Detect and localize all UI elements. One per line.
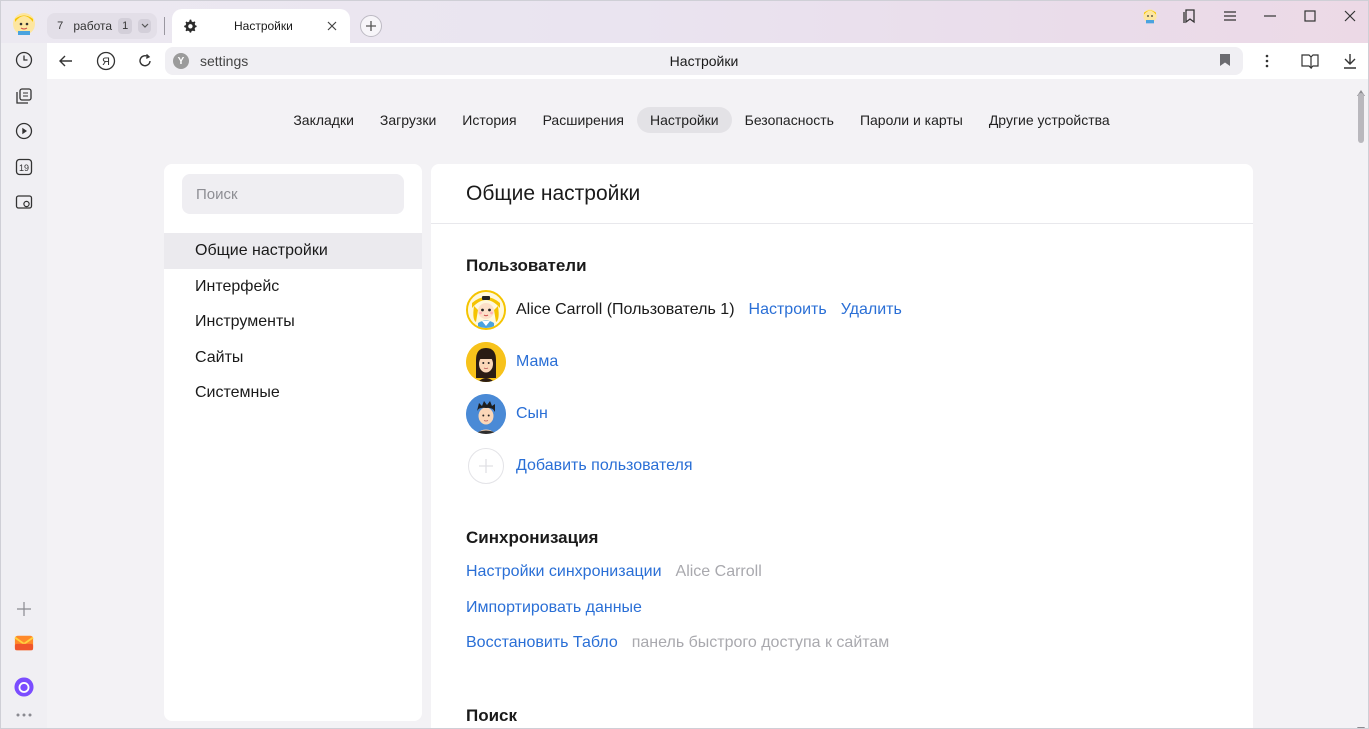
category-general[interactable]: Общие настройки: [164, 233, 422, 269]
delete-user-link[interactable]: Удалить: [841, 301, 902, 319]
collections-icon[interactable]: [14, 86, 34, 106]
kebab-menu-icon[interactable]: [1257, 51, 1277, 71]
page-scrollbar[interactable]: [1354, 79, 1368, 728]
history-icon[interactable]: [14, 50, 34, 70]
scroll-down-icon[interactable]: [1357, 720, 1365, 728]
topnav-downloads[interactable]: Загрузки: [367, 107, 449, 133]
category-tools[interactable]: Инструменты: [164, 304, 422, 340]
page-title: Общие настройки: [466, 182, 641, 205]
scroll-up-icon[interactable]: [1357, 83, 1365, 96]
tab-group-work[interactable]: 7 работа 1: [47, 13, 157, 39]
topnav-passwords[interactable]: Пароли и карты: [847, 107, 976, 133]
browser-window: 7 работа 1 Настройки 19 Я Y Настройки se…: [0, 0, 1369, 729]
settings-sidebar: Общие настройки Интерфейс Инструменты Са…: [164, 164, 422, 721]
add-user-link[interactable]: Добавить пользователя: [516, 457, 692, 475]
sync-settings-link[interactable]: Настройки синхронизации: [466, 563, 662, 581]
search-heading: Поиск: [466, 706, 518, 725]
add-user-row[interactable]: Добавить пользователя: [466, 444, 692, 488]
alice-icon[interactable]: [14, 677, 34, 697]
menu-icon[interactable]: [1210, 1, 1250, 31]
topnav-bookmarks[interactable]: Закладки: [280, 107, 367, 133]
close-icon[interactable]: [324, 18, 340, 34]
more-icon[interactable]: [14, 705, 34, 725]
user-row-current: Alice Carroll (Пользователь 1) Настроить…: [466, 288, 902, 332]
back-icon[interactable]: [56, 51, 76, 71]
tab-group-count: 7: [57, 20, 64, 32]
divider: [431, 223, 1253, 224]
topnav-settings[interactable]: Настройки: [636, 107, 732, 133]
import-row: Импортировать данные: [466, 599, 642, 621]
category-sites[interactable]: Сайты: [164, 340, 422, 376]
tab-separator: [164, 17, 165, 35]
tab-group-name: работа: [73, 19, 113, 33]
restore-tablo-link[interactable]: Восстановить Табло: [466, 634, 618, 652]
tab-strip: 7 работа 1 Настройки: [1, 1, 1368, 43]
close-window-icon[interactable]: [1330, 1, 1368, 31]
download-icon[interactable]: [1340, 51, 1360, 71]
new-tab-button[interactable]: [360, 15, 382, 37]
omnibox-url[interactable]: settings: [200, 53, 248, 69]
user-mama-link[interactable]: Мама: [516, 353, 558, 371]
user-son-link[interactable]: Сын: [516, 405, 548, 423]
add-icon[interactable]: [14, 599, 34, 619]
settings-page: Закладки Загрузки История Расширения Нас…: [47, 79, 1356, 728]
mama-avatar: [466, 342, 506, 382]
current-user-name: Alice Carroll (Пользователь 1): [516, 301, 735, 318]
profile-icon[interactable]: [1130, 1, 1170, 31]
calendar-day: 19: [19, 163, 29, 173]
minimize-icon[interactable]: [1250, 1, 1290, 31]
topnav-security[interactable]: Безопасность: [732, 107, 847, 133]
topnav-history[interactable]: История: [449, 107, 529, 133]
son-avatar: [466, 394, 506, 434]
configure-user-link[interactable]: Настроить: [749, 301, 827, 319]
restore-row: Восстановить Табло панель быстрого досту…: [466, 634, 889, 656]
gear-icon: [182, 18, 198, 34]
settings-topnav: Закладки Загрузки История Расширения Нас…: [47, 107, 1356, 133]
yandex-home-button[interactable]: Я: [96, 51, 116, 71]
chevron-down-icon[interactable]: [138, 19, 151, 33]
sync-heading: Синхронизация: [466, 528, 599, 547]
video-icon[interactable]: [14, 121, 34, 141]
reload-icon[interactable]: [135, 51, 155, 71]
users-heading: Пользователи: [466, 256, 587, 275]
sync-account-note: Alice Carroll: [675, 563, 762, 580]
import-data-link[interactable]: Импортировать данные: [466, 599, 642, 617]
add-user-icon[interactable]: [468, 448, 504, 484]
omnibox[interactable]: Y Настройки settings: [165, 47, 1243, 75]
user-row-mama[interactable]: Мама: [466, 340, 558, 384]
settings-main-panel: Общие настройки Пользователи Alice Carro…: [431, 164, 1253, 728]
page-title-in-omnibox: Настройки: [669, 53, 739, 69]
tab-group-count2: 1: [118, 18, 133, 34]
bookmark-icon[interactable]: [1219, 53, 1233, 69]
settings-search-input[interactable]: [182, 174, 404, 214]
mail-icon[interactable]: [14, 633, 34, 653]
user-row-son[interactable]: Сын: [466, 392, 548, 436]
scroll-thumb[interactable]: [1358, 93, 1364, 143]
calendar-icon[interactable]: 19: [14, 157, 34, 177]
tab-title: Настройки: [234, 19, 293, 33]
yandex-letter: Я: [102, 56, 110, 68]
sync-settings-row: Настройки синхронизации Alice Carroll: [466, 563, 762, 585]
tab-settings[interactable]: Настройки: [172, 9, 350, 43]
screenshot-icon[interactable]: [14, 192, 34, 212]
profile-avatar-icon[interactable]: [11, 11, 37, 37]
maximize-icon[interactable]: [1290, 1, 1330, 31]
topnav-devices[interactable]: Другие устройства: [976, 107, 1123, 133]
bookmarks-panel-icon[interactable]: [1170, 1, 1210, 31]
category-system[interactable]: Системные: [164, 375, 422, 411]
settings-categories: Общие настройки Интерфейс Инструменты Са…: [164, 233, 422, 411]
address-bar: Я Y Настройки settings: [47, 43, 1368, 79]
restore-tablo-note: панель быстрого доступа к сайтам: [631, 634, 890, 651]
reader-icon[interactable]: [1300, 51, 1320, 71]
topnav-extensions[interactable]: Расширения: [530, 107, 637, 133]
category-interface[interactable]: Интерфейс: [164, 269, 422, 305]
browser-sidebar: 19: [1, 43, 47, 728]
alice-avatar: [466, 290, 506, 330]
window-controls: [1130, 1, 1368, 31]
